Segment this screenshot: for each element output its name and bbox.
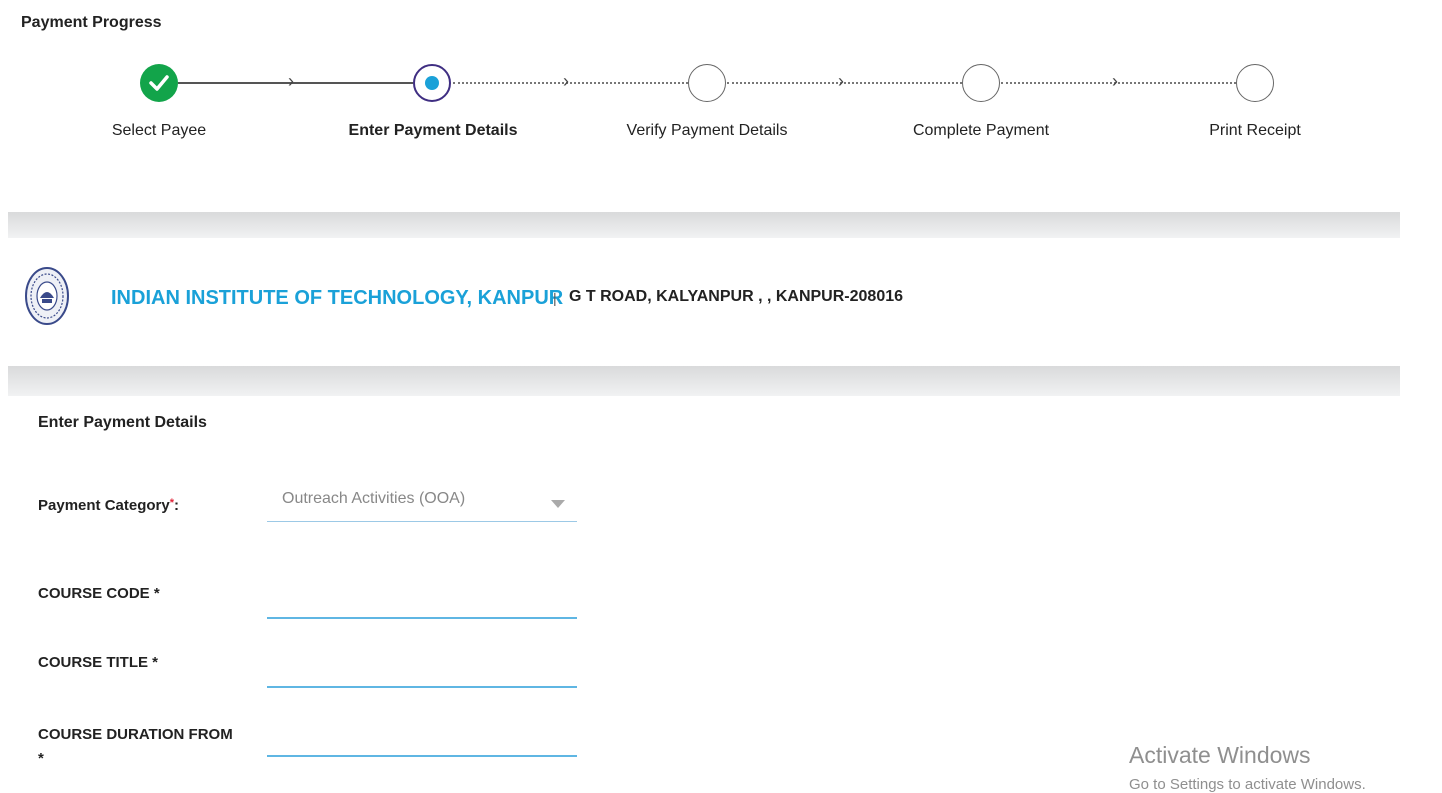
institute-name: INDIAN INSTITUTE OF TECHNOLOGY, KANPUR	[111, 287, 564, 309]
step-label-verify-payment-details: Verify Payment Details	[626, 122, 788, 139]
label-colon: :	[174, 497, 179, 514]
step-label-print-receipt: Print Receipt	[1209, 122, 1301, 139]
course-duration-from-input[interactable]	[267, 723, 577, 757]
course-code-label: COURSE CODE *	[38, 585, 160, 602]
checkmark-icon	[149, 75, 169, 91]
chevron-right-icon: ›	[1112, 71, 1118, 91]
institute-address: G T ROAD, KALYANPUR , , KANPUR-208016	[569, 288, 904, 305]
payment-category-value: Outreach Activities (OOA)	[282, 490, 466, 507]
step-label-select-payee: Select Payee	[111, 122, 207, 139]
form-title: Enter Payment Details	[38, 414, 207, 431]
step-verify-payment-details	[688, 64, 726, 102]
course-duration-from-label: COURSE DURATION FROM *	[38, 723, 233, 771]
progress-title: Payment Progress	[21, 14, 162, 31]
step-select-payee-completed[interactable]	[140, 64, 178, 102]
step-complete-payment	[962, 64, 1000, 102]
course-code-input[interactable]	[267, 585, 577, 619]
institute-header: INDIAN INSTITUTE OF TECHNOLOGY, KANPUR |…	[8, 238, 1400, 366]
course-title-input[interactable]	[267, 654, 577, 688]
activate-windows-watermark: Activate Windows	[1129, 742, 1311, 768]
progress-connector	[1001, 82, 1236, 84]
required-marker: *	[38, 750, 44, 767]
institute-logo-icon	[25, 267, 69, 325]
header-separator: |	[553, 290, 557, 306]
caret-down-icon	[551, 500, 565, 508]
section-divider	[8, 212, 1400, 238]
progress-connector	[727, 82, 962, 84]
chevron-right-icon: ›	[288, 71, 294, 91]
step-label-enter-payment-details: Enter Payment Details	[348, 122, 518, 139]
payment-details-form: Enter Payment Details Payment Category*:…	[8, 396, 1400, 791]
course-title-label: COURSE TITLE *	[38, 654, 159, 671]
step-label-complete-payment: Complete Payment	[912, 122, 1050, 139]
payment-progress-panel: Payment Progress › › › › Select Payee En…	[0, 0, 1400, 212]
chevron-right-icon: ›	[563, 71, 569, 91]
payment-category-label: Payment Category*:	[38, 497, 179, 514]
chevron-right-icon: ›	[838, 71, 844, 91]
payment-category-select[interactable]: Outreach Activities (OOA)	[267, 484, 577, 522]
course-duration-from-label-text: COURSE DURATION FROM	[38, 726, 233, 743]
step-enter-payment-details-current	[413, 64, 451, 102]
step-print-receipt	[1236, 64, 1274, 102]
section-divider	[8, 366, 1400, 396]
activate-windows-subtitle: Go to Settings to activate Windows.	[1129, 776, 1366, 793]
current-step-dot-icon	[425, 76, 439, 90]
payment-category-label-text: Payment Category	[38, 497, 170, 514]
progress-connector	[453, 82, 688, 84]
progress-connector	[178, 82, 413, 84]
